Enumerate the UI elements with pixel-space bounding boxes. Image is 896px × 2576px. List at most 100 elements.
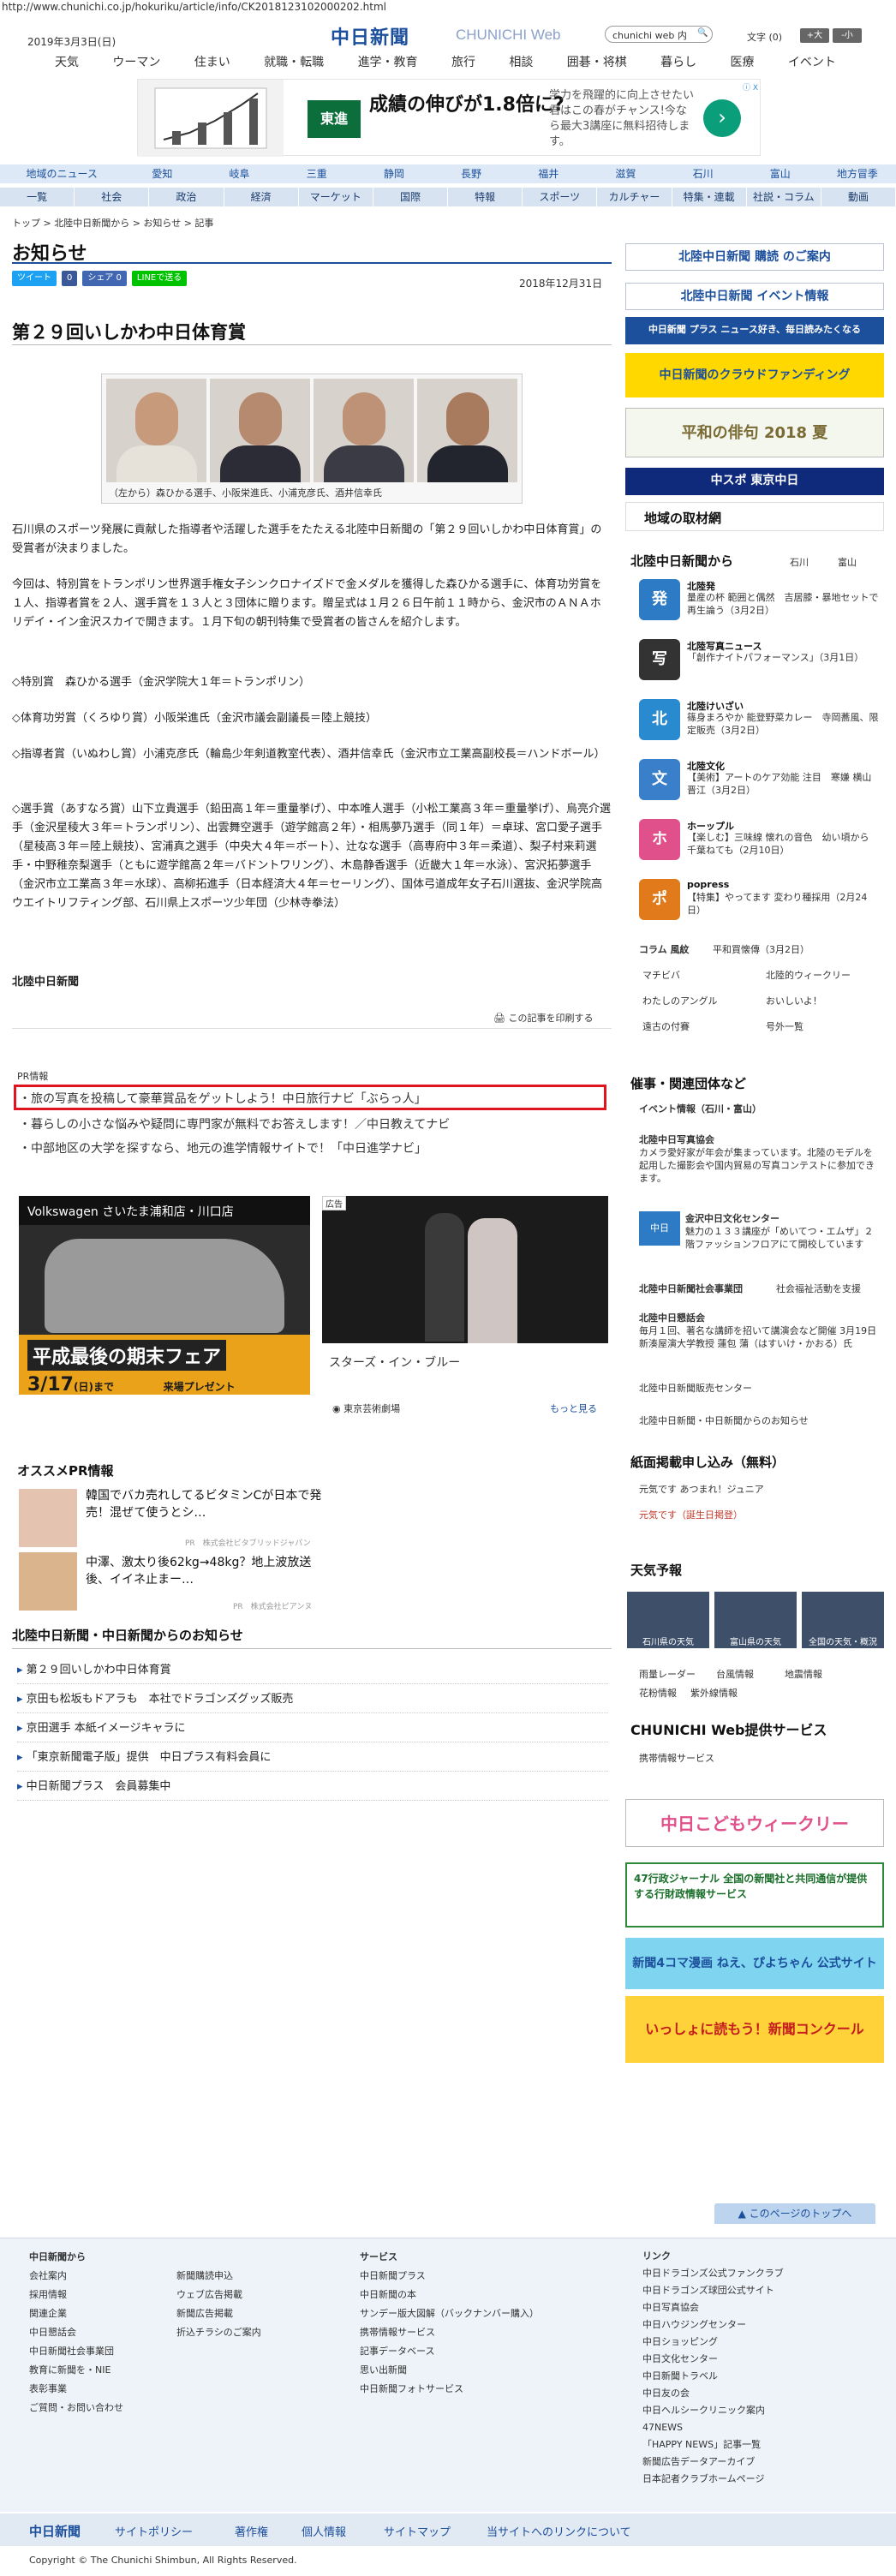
region-nav-item[interactable]: 滋賀 xyxy=(587,164,664,183)
footer-link[interactable]: 中日新聞の本 xyxy=(360,2286,539,2304)
chunichi-plus-banner[interactable]: 中日新聞 プラス ニュース好き、毎日読みたくなる xyxy=(625,317,884,344)
footer-link[interactable]: 折込チラシのご案内 xyxy=(176,2323,261,2342)
category-nav-item[interactable]: 動画 xyxy=(821,188,896,206)
weather-national[interactable]: 全国の天気・概況 xyxy=(802,1592,884,1648)
heiwa-haiku-banner[interactable]: 平和の俳句 2018 夏 xyxy=(625,408,884,457)
gnav-item[interactable]: 進学・教育 xyxy=(355,53,421,74)
kodomo-weekly-banner[interactable]: 中日こどもウィークリー xyxy=(625,1799,884,1847)
gyosei-journal-banner[interactable]: 47行政ジャーナル 全国の新聞社と共同通信が提供する行財政情報サービス xyxy=(625,1862,884,1928)
weather-ishikawa[interactable]: 石川県の天気 xyxy=(627,1592,709,1648)
from-item-desc[interactable]: 「創作ナイトパフォーマンス」（3月1日） xyxy=(687,651,881,664)
category-nav-item[interactable]: 一覧 xyxy=(0,188,75,206)
footer-link[interactable]: ご質問・お問い合わせ xyxy=(29,2399,123,2418)
footer-link[interactable]: 中日新聞社会事業団 xyxy=(29,2342,123,2361)
font-minus-button[interactable]: -小 xyxy=(833,28,862,43)
column-link[interactable]: 北陸的ウィークリー xyxy=(766,968,851,982)
vw-ad[interactable]: Volkswagen さいたま浦和店・川口店 平成最後の期末フェア 3/17(日… xyxy=(19,1196,310,1396)
region-nav-item[interactable]: 静岡 xyxy=(355,164,433,183)
facebook-button[interactable]: 0 xyxy=(62,271,78,286)
events-sub-link[interactable]: イベント情報（石川・富山） xyxy=(639,1102,762,1115)
column-link[interactable]: 遠古の付賽 xyxy=(642,1019,690,1033)
news-item[interactable]: ▸ 中日新聞プラス 会員募集中 xyxy=(17,1777,608,1801)
column-link[interactable]: コラム 風紋 xyxy=(639,942,690,956)
from-item-title[interactable]: popress xyxy=(687,879,729,890)
site-logo[interactable]: 中日新聞 xyxy=(331,22,409,50)
footer-link[interactable]: 「HAPPY NEWS」記事一覧 xyxy=(642,2436,784,2453)
footer-link[interactable]: 新聞広告データアーカイブ xyxy=(642,2453,784,2471)
news-item-text[interactable]: 京田選手 本紙イメージキャラに xyxy=(27,1722,186,1735)
region-nav-item[interactable]: 地域のニュース xyxy=(0,164,123,183)
news-item-text[interactable]: 京田も松坂もドアラも 本社でドラゴンズグッズ販売 xyxy=(27,1693,294,1706)
subscription-banner[interactable]: 北陸中日新聞 購読 のご案内 xyxy=(625,243,884,271)
font-plus-button[interactable]: +大 xyxy=(800,28,829,43)
site-logo-en[interactable]: CHUNICHI Web xyxy=(456,27,560,44)
footer-link[interactable]: 教育に新聞を・NIE xyxy=(29,2361,123,2380)
apply-link[interactable]: 元気です（誕生日掲登） xyxy=(639,1508,743,1521)
footer-link[interactable]: 中日ドラゴンズ公式ファンクラブ xyxy=(642,2265,784,2282)
gnav-item[interactable]: イベント xyxy=(785,53,839,74)
from-item-desc[interactable]: 【特集】やってます 変わり種採用（2月24日） xyxy=(687,891,881,917)
weather-link[interactable]: 花粉情報 xyxy=(639,1686,677,1700)
footer-link[interactable]: 中日文化センター xyxy=(642,2351,784,2368)
footer-bar-link[interactable]: サイトマップ xyxy=(384,2523,451,2539)
footer-link[interactable]: サンデー版大図解（バックナンバー購入） xyxy=(360,2304,539,2323)
pr-link[interactable]: ・暮らしの小さな悩みや疑問に専門家が無料でお答えします！／中日教えてナビ xyxy=(19,1115,450,1133)
stars-ad[interactable]: 広告 xyxy=(322,1196,608,1343)
print-link[interactable]: 🖨 この記事を印刷する xyxy=(493,1011,593,1025)
footer-link[interactable]: 中日ショッピング xyxy=(642,2334,784,2351)
footer-bar-link[interactable]: 個人情報 xyxy=(302,2523,346,2539)
event-title[interactable]: 金沢中日文化センター xyxy=(685,1211,780,1225)
crowdfunding-banner[interactable]: 中日新聞のクラウドファンディング xyxy=(625,353,884,397)
column-link[interactable]: 号外一覧 xyxy=(766,1019,803,1033)
weather-link[interactable]: 紫外線情報 xyxy=(690,1686,738,1700)
footer-bar-link[interactable]: 当サイトへのリンクについて xyxy=(487,2523,631,2539)
region-nav-item[interactable]: 地方冒季 xyxy=(819,164,896,183)
page-top-button[interactable]: ▲ このページのトップへ xyxy=(714,2203,875,2224)
footer-link[interactable]: 携帯情報サービス xyxy=(360,2323,539,2342)
footer-bar-link[interactable]: 著作権 xyxy=(235,2523,268,2539)
stars-ad-caption[interactable]: スターズ・イン・ブルー xyxy=(329,1354,460,1371)
footer-link[interactable]: 思い出新聞 xyxy=(360,2361,539,2380)
event-link[interactable]: 北陸中日新聞販売センター xyxy=(639,1381,752,1395)
category-nav-item[interactable]: カルチャー xyxy=(597,188,672,206)
more-link[interactable]: もっと見る xyxy=(550,1402,597,1415)
event-link[interactable]: 北陸中日新聞・中日新聞からのお知らせ xyxy=(639,1414,809,1427)
region-nav-item[interactable]: 岐阜 xyxy=(200,164,278,183)
footer-link[interactable]: 日本記者クラブホームページ xyxy=(642,2471,784,2488)
chusupo-banner[interactable]: 中スポ 東京中日 xyxy=(625,468,884,495)
gnav-item[interactable]: 暮らし xyxy=(657,53,700,74)
footer-link[interactable]: 表彰事業 xyxy=(29,2380,123,2399)
footer-link[interactable]: 中日ハウジングセンター xyxy=(642,2316,784,2334)
newspaper-contest-banner[interactable]: いっしょに読もう！新聞コンクール xyxy=(625,1996,884,2063)
recommend-title[interactable]: 韓国でバカ売れしてるビタミンCが日本で発売！混ぜて使うとシ… xyxy=(86,1487,334,1521)
pr-link-text[interactable]: 旅の写真を投稿して豪華賞品をゲットしよう！中日旅行ナビ「ぶらっ人」 xyxy=(31,1092,427,1106)
from-item-desc[interactable]: 篠身まろやか 能登野菜カレー 寺岡蕎風、限定販売（3月2日） xyxy=(687,711,881,737)
search-icon[interactable]: 🔍 xyxy=(697,28,708,38)
web-service-link[interactable]: 携帯情報サービス xyxy=(639,1751,714,1765)
weather-link[interactable]: 台風情報 xyxy=(716,1667,754,1681)
recommend-thumbnail[interactable] xyxy=(19,1552,77,1611)
region-nav-item[interactable]: 長野 xyxy=(433,164,510,183)
footer-link[interactable]: 中日新聞トラベル xyxy=(642,2368,784,2385)
footer-link[interactable]: 関連企業 xyxy=(29,2304,123,2323)
footer-logo[interactable]: 中日新聞 xyxy=(29,2522,81,2540)
footer-link[interactable]: 会社案内 xyxy=(29,2267,123,2286)
gnav-item[interactable]: 相談 xyxy=(505,53,536,74)
breadcrumb[interactable]: トップ > 北陸中日新聞から > お知らせ > 記事 xyxy=(12,216,213,230)
tab-ishikawa[interactable]: 石川 xyxy=(790,555,809,569)
category-nav-item[interactable]: 経済 xyxy=(224,188,299,206)
footer-link[interactable]: 中日ドラゴンズ球団公式サイト xyxy=(642,2282,784,2299)
gnav-item[interactable]: ウーマン xyxy=(109,53,164,74)
chevron-right-icon[interactable]: › xyxy=(703,99,741,137)
footer-link[interactable]: 中日ヘルシークリニック案内 xyxy=(642,2402,784,2419)
tweet-button[interactable]: ツイート xyxy=(12,271,57,286)
category-nav-item[interactable]: 社会 xyxy=(75,188,150,206)
line-button[interactable]: LINEで送る xyxy=(131,271,188,286)
category-nav-item[interactable]: スポーツ xyxy=(523,188,598,206)
recommend-title[interactable]: 中澤、激太り後62kg→48kg？地上波放送後、イイネ止まー… xyxy=(86,1554,334,1588)
news-item-text[interactable]: 「東京新聞電子版」提供 中日プラス有料会員に xyxy=(27,1751,272,1764)
tab-toyama[interactable]: 富山 xyxy=(838,555,857,569)
pr-link[interactable]: ・中部地区の大学を探すなら、地元の進学情報サイトで！「中日進学ナビ」 xyxy=(19,1139,427,1157)
footer-link[interactable]: 新聞購読申込 xyxy=(176,2267,261,2286)
apply-link[interactable]: 元気です あつまれ！ジュニア xyxy=(639,1482,764,1496)
